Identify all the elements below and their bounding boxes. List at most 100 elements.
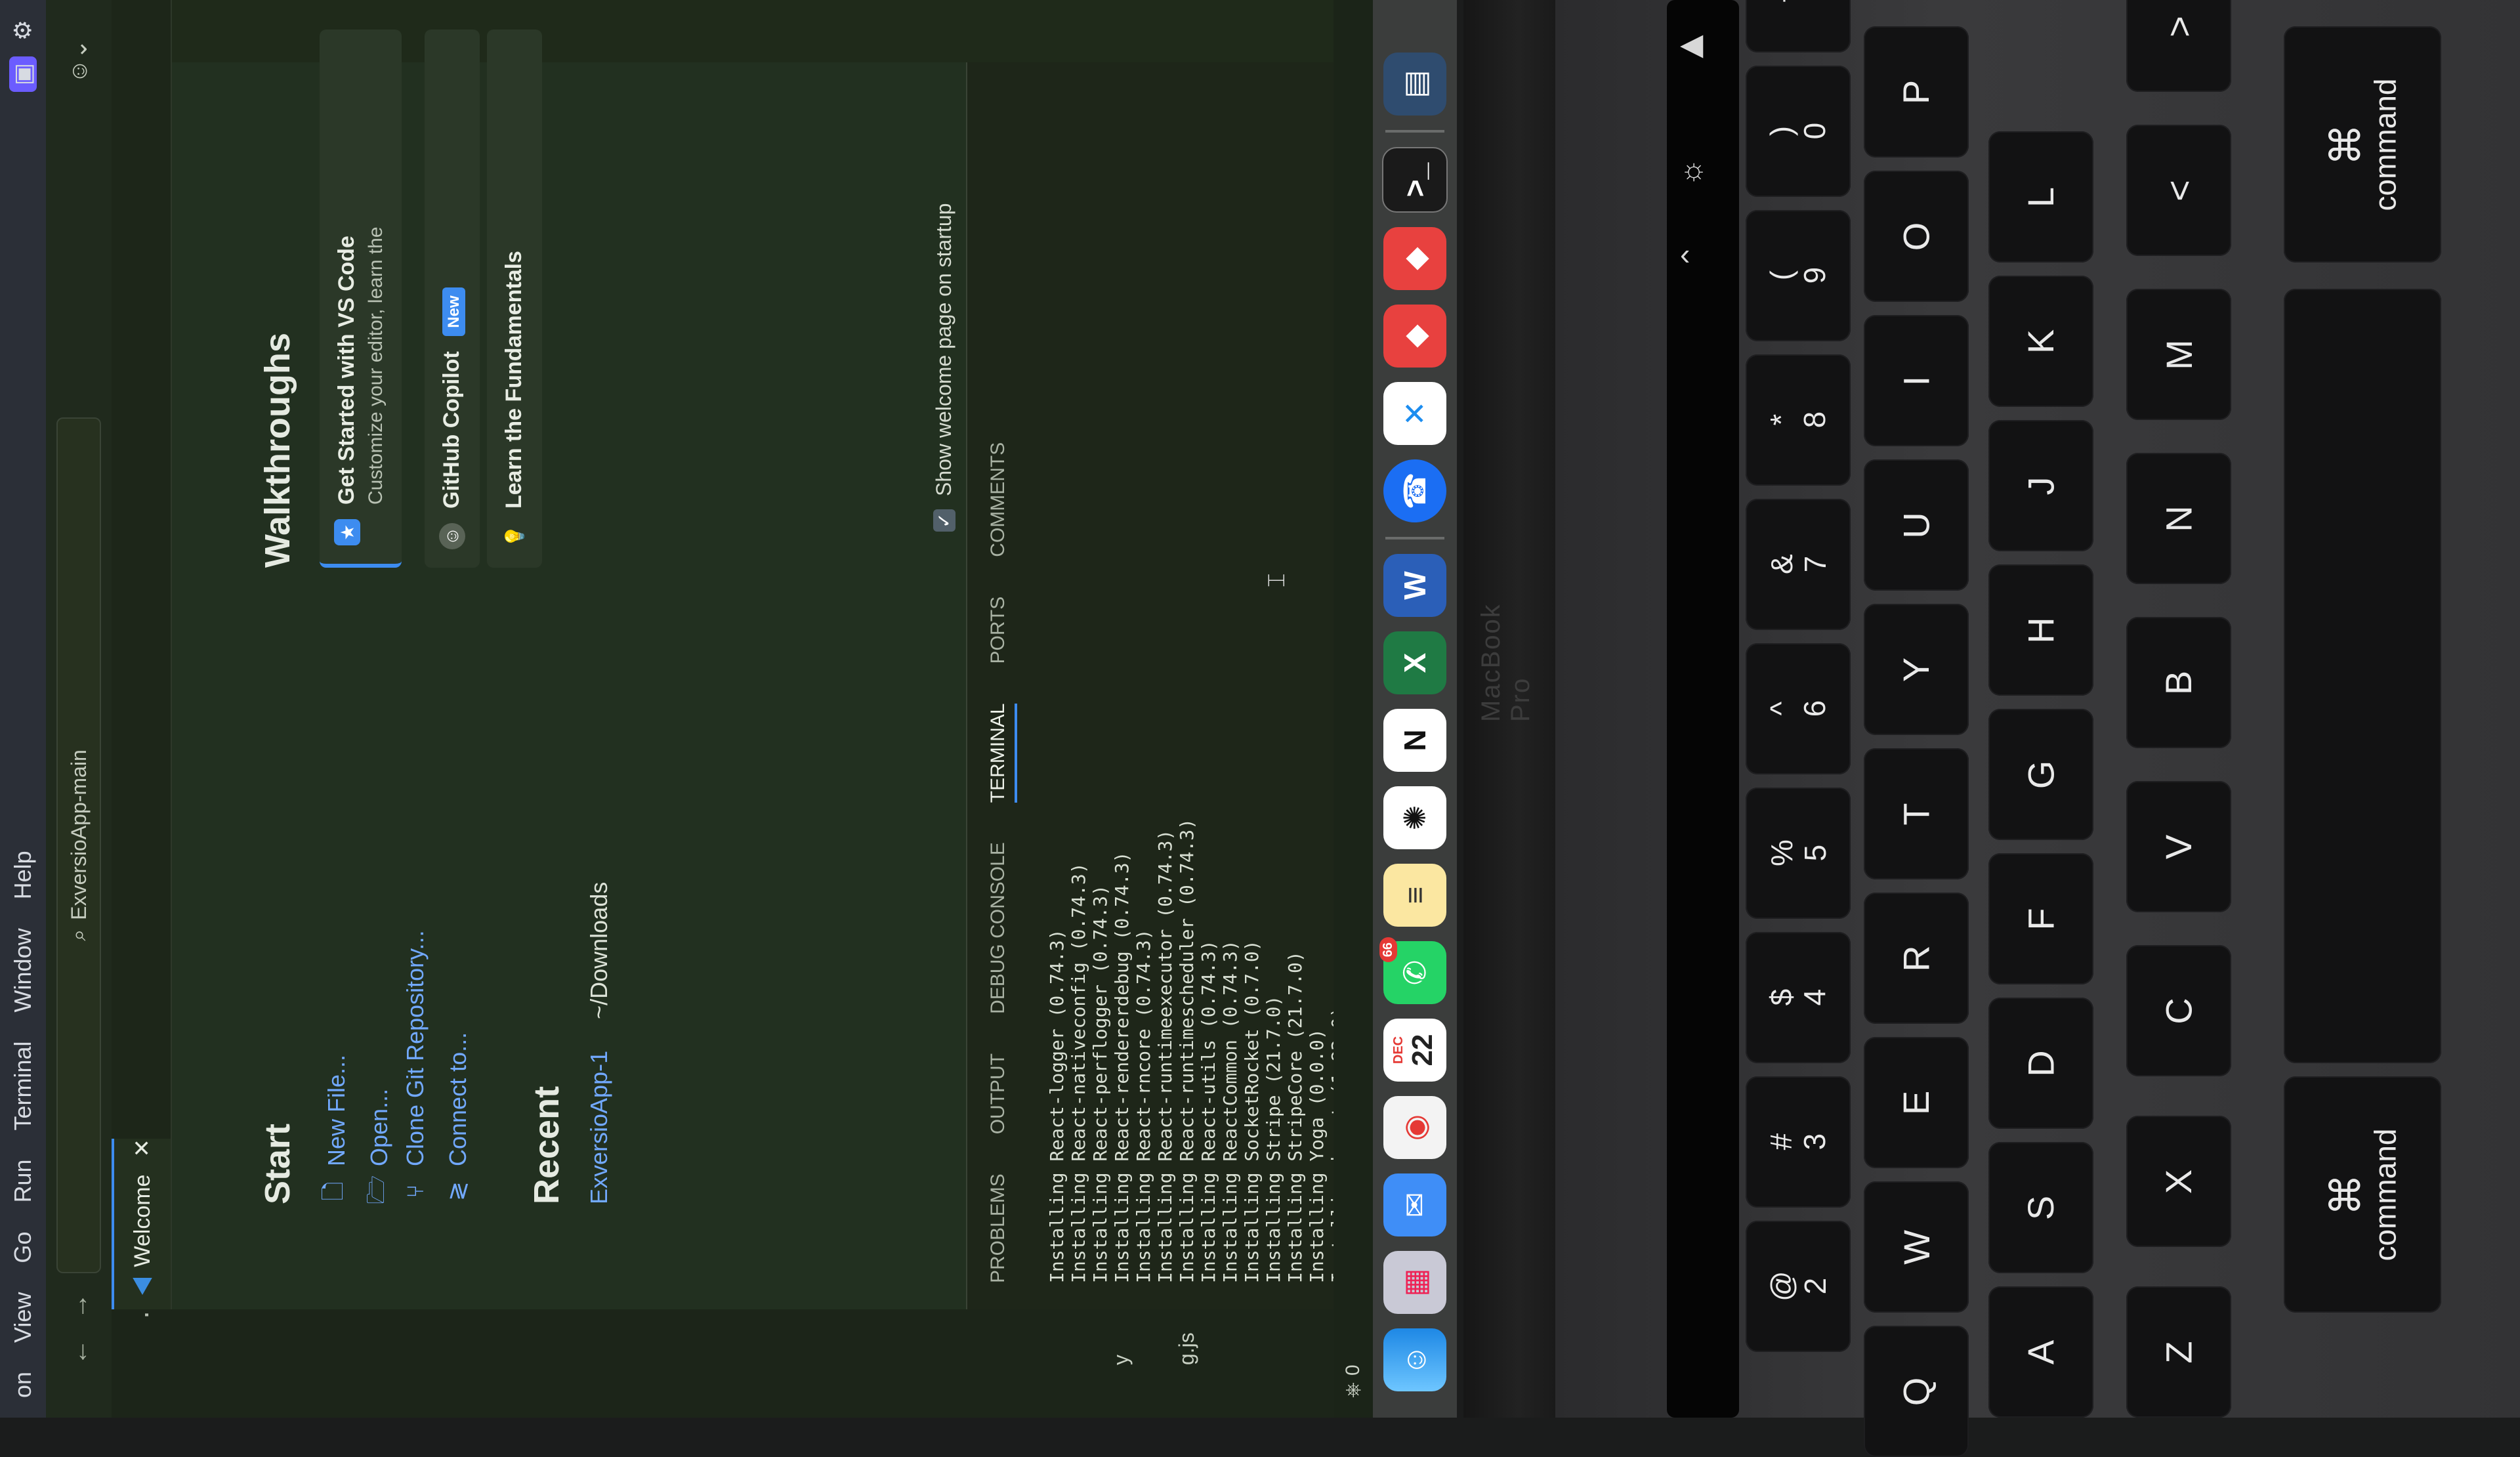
close-icon[interactable]: ✕ bbox=[129, 1139, 156, 1158]
command-symbol: ⌘ bbox=[2322, 123, 2370, 165]
key-label: G bbox=[2020, 760, 2062, 789]
menu-item-app[interactable]: on bbox=[9, 1372, 37, 1398]
walkthrough-fundamentals[interactable]: 💡 Learn the Fundamentals bbox=[487, 30, 542, 568]
key-p[interactable]: P bbox=[1864, 26, 1969, 158]
key-3[interactable]: #3 bbox=[1746, 1076, 1851, 1208]
key-s[interactable]: S bbox=[1988, 1142, 2093, 1273]
tab-comments[interactable]: COMMENTS bbox=[987, 442, 1017, 557]
tab-welcome[interactable]: Welcome ✕ bbox=[112, 1139, 171, 1309]
tab-problems[interactable]: PROBLEMS bbox=[987, 1173, 1017, 1283]
key-t[interactable]: T bbox=[1864, 748, 1969, 879]
connect-link[interactable]: ≷ Connect to... bbox=[444, 1032, 472, 1204]
new-file-link[interactable]: 🗋 New File... bbox=[316, 1055, 356, 1204]
key-6[interactable]: ^ 6 bbox=[1746, 643, 1851, 774]
key-f[interactable]: F bbox=[1988, 853, 2093, 984]
key-4[interactable]: $4 bbox=[1746, 932, 1851, 1063]
notion-icon[interactable]: N bbox=[1383, 709, 1446, 772]
key-8[interactable]: * 8 bbox=[1746, 354, 1851, 486]
key-period[interactable]: > bbox=[2126, 0, 2231, 92]
whatsapp-icon[interactable]: ✆ 66 bbox=[1379, 937, 1446, 1004]
command-center-search[interactable]: ⌕ ExversioApp-main bbox=[56, 417, 101, 1273]
key-top-glyph: ^ bbox=[1764, 702, 1799, 716]
key-m[interactable]: M bbox=[2126, 289, 2231, 420]
git-client-icon[interactable]: ◆ bbox=[1383, 305, 1446, 368]
key-u[interactable]: U bbox=[1864, 459, 1969, 591]
key-minus[interactable]: —- bbox=[1746, 0, 1851, 53]
recent-project[interactable]: ExversioApp-1 ~/Downloads bbox=[585, 882, 613, 1204]
key-b[interactable]: B bbox=[2126, 617, 2231, 748]
tab-output[interactable]: OUTPUT bbox=[987, 1053, 1017, 1134]
walkthrough-copilot[interactable]: ☺ GitHub Copilot New bbox=[425, 30, 480, 568]
ports-icon[interactable]: ⎈ bbox=[1342, 1382, 1364, 1398]
tab-ports[interactable]: PORTS bbox=[987, 597, 1017, 664]
menu-item-help[interactable]: Help bbox=[9, 851, 37, 899]
menu-item-terminal[interactable]: Terminal bbox=[9, 1041, 37, 1130]
finder-icon[interactable]: ☺ bbox=[1383, 1328, 1446, 1391]
key-j[interactable]: J bbox=[1988, 420, 2093, 551]
key-7[interactable]: & 7 bbox=[1746, 499, 1851, 630]
chrome-icon[interactable]: ◉ bbox=[1383, 1096, 1446, 1159]
menu-item-run[interactable]: Run bbox=[9, 1159, 37, 1202]
ports-count[interactable]: 0 bbox=[1342, 1364, 1364, 1376]
excel-icon[interactable]: X bbox=[1383, 631, 1446, 694]
key-bottom-glyph: 7 bbox=[1797, 556, 1832, 573]
key-2[interactable]: @2 bbox=[1746, 1221, 1851, 1352]
key-5[interactable]: % 5 bbox=[1746, 788, 1851, 919]
tab-terminal[interactable]: TERMINAL bbox=[987, 703, 1017, 803]
key-z[interactable]: Z bbox=[2126, 1286, 2231, 1418]
key-o[interactable]: O bbox=[1864, 171, 1969, 302]
chevron-left-icon[interactable]: ‹ bbox=[1680, 236, 1690, 272]
git-client-icon[interactable]: ◆ bbox=[1383, 227, 1446, 290]
key-q[interactable]: Q bbox=[1864, 1326, 1969, 1457]
copilot-icon[interactable]: ☺⌄ bbox=[65, 39, 93, 83]
key-0[interactable]: ) 0 bbox=[1746, 66, 1851, 197]
notes-menubar-icon[interactable]: ▣ bbox=[9, 56, 37, 93]
calendar-icon[interactable]: DEC 22 bbox=[1383, 1019, 1446, 1082]
open-link[interactable]: 🗁 Open... bbox=[359, 1089, 399, 1204]
walkthrough-get-started[interactable]: ★ Get Started with VS Code Customize you… bbox=[320, 30, 402, 568]
key-label: A bbox=[2020, 1340, 2062, 1364]
spacebar[interactable] bbox=[2284, 289, 2441, 1063]
volume-icon[interactable]: ◀ bbox=[1680, 26, 1703, 62]
key-k[interactable]: K bbox=[1988, 276, 2093, 407]
xcode-icon[interactable]: ✕ bbox=[1383, 382, 1446, 445]
show-on-startup[interactable]: ✓ Show welcome page on startup bbox=[932, 203, 956, 532]
chatgpt-icon[interactable]: ✺ bbox=[1383, 786, 1446, 849]
key-v[interactable]: V bbox=[2126, 781, 2231, 912]
menu-item-go[interactable]: Go bbox=[9, 1232, 37, 1263]
key-9[interactable]: (9 bbox=[1746, 210, 1851, 341]
key-a[interactable]: A bbox=[1988, 1286, 2093, 1418]
word-icon[interactable]: W bbox=[1383, 554, 1446, 617]
key-w[interactable]: W bbox=[1864, 1181, 1969, 1313]
key-command-right[interactable]: ⌘ command bbox=[2284, 26, 2441, 263]
key-g[interactable]: G bbox=[1988, 709, 2093, 840]
launchpad-icon[interactable]: ▦ bbox=[1383, 1251, 1446, 1314]
key-command-left[interactable]: ⌘ command bbox=[2284, 1076, 2441, 1313]
key-y[interactable]: Y bbox=[1864, 604, 1969, 735]
mail-icon[interactable]: ✉ bbox=[1383, 1173, 1446, 1236]
key-x[interactable]: X bbox=[2126, 1116, 2231, 1247]
menu-item-window[interactable]: Window bbox=[9, 928, 37, 1012]
key-d[interactable]: D bbox=[1988, 998, 2093, 1129]
key-l[interactable]: L bbox=[1988, 131, 2093, 263]
terminal-app-icon[interactable]: >_ bbox=[1382, 147, 1448, 213]
key-e[interactable]: E bbox=[1864, 1037, 1969, 1168]
key-i[interactable]: I bbox=[1864, 315, 1969, 446]
key-r[interactable]: R bbox=[1864, 893, 1969, 1024]
key-c[interactable]: C bbox=[2126, 945, 2231, 1076]
checkbox-checked-icon[interactable]: ✓ bbox=[933, 509, 956, 532]
key-comma[interactable]: < bbox=[2126, 125, 2231, 256]
control-center-icon[interactable]: ⚙ bbox=[9, 20, 37, 41]
key-n[interactable]: N bbox=[2126, 453, 2231, 584]
back-arrow-icon[interactable]: ← bbox=[64, 1339, 94, 1365]
signal-icon[interactable]: ☎ bbox=[1383, 459, 1446, 522]
notes-icon[interactable]: ≡ bbox=[1383, 864, 1446, 927]
key-h[interactable]: H bbox=[1988, 564, 2093, 696]
menu-item-view[interactable]: View bbox=[9, 1292, 37, 1343]
terminal-output[interactable]: Installing React-logger (0.74.3) Install… bbox=[1046, 818, 1374, 1283]
clone-repo-link[interactable]: ⑂ Clone Git Repository... bbox=[402, 931, 429, 1204]
forward-arrow-icon[interactable]: → bbox=[64, 1293, 94, 1319]
brightness-icon[interactable]: ☼ bbox=[1680, 151, 1708, 186]
tab-debug-console[interactable]: DEBUG CONSOLE bbox=[987, 842, 1017, 1014]
downloads-stack-icon[interactable]: ▤ bbox=[1383, 53, 1446, 116]
